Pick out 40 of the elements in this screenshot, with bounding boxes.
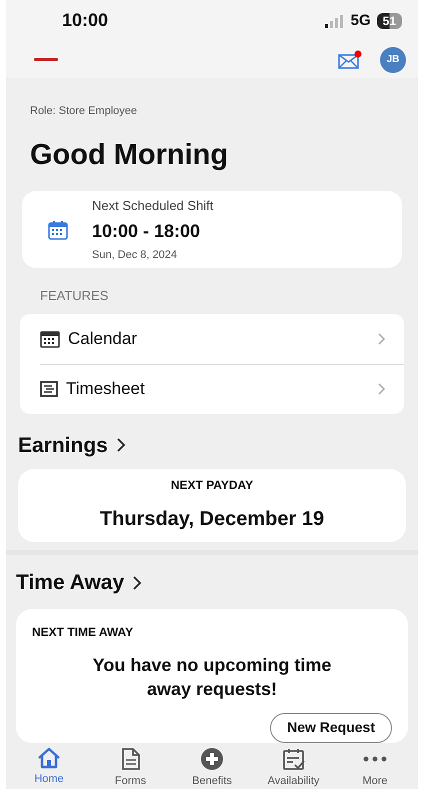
home-icon — [37, 746, 61, 768]
calendar-icon — [40, 330, 60, 348]
shift-time: 10:00 - 18:00 — [92, 220, 202, 242]
signal-icon — [324, 14, 345, 28]
tab[interactable]: Home — [14, 746, 84, 787]
mail-icon[interactable] — [338, 50, 362, 70]
plus-circle-icon — [200, 746, 224, 770]
payday-date: Thursday, December 19 — [100, 507, 324, 532]
calendar-icon — [48, 220, 68, 240]
earnings-link[interactable]: Earnings — [18, 430, 108, 462]
document-icon — [120, 746, 140, 770]
more-icon — [363, 756, 387, 762]
feature-row[interactable]: Timesheet — [40, 364, 404, 414]
payday-caption: NEXT PAYDAY — [170, 477, 254, 494]
tab[interactable]: Availability — [258, 746, 328, 789]
tab[interactable]: Forms — [96, 746, 166, 789]
shift-label: Next Scheduled Shift — [92, 197, 214, 215]
battery-indicator: 51 — [376, 12, 402, 29]
shift-date: Sun, Dec 8, 2024 — [92, 248, 178, 262]
tab[interactable]: Benefits — [177, 746, 247, 789]
new-request-button[interactable]: New Request — [270, 712, 392, 742]
time-away-link[interactable]: Time Away — [16, 567, 124, 598]
logo-icon — [34, 58, 58, 62]
network-label: 5G — [350, 10, 371, 31]
chevron-icon — [378, 332, 386, 345]
chevron-icon — [116, 437, 126, 454]
tab[interactable]: More — [340, 746, 410, 789]
chevron-icon — [378, 383, 386, 396]
empty-message: You have no upcoming time away requests! — [92, 654, 332, 700]
time-away-caption: NEXT TIME AWAY — [32, 624, 134, 640]
greeting-heading: Good Morning — [30, 138, 228, 171]
calendar-check-icon — [282, 746, 306, 770]
section-heading: FEATURES — [40, 288, 108, 303]
role-label: Role: Store Employee — [30, 104, 137, 117]
timesheet-icon — [40, 381, 58, 398]
chevron-icon — [132, 574, 142, 591]
avatar[interactable]: JB — [380, 46, 406, 73]
feature-row[interactable]: Calendar — [20, 314, 404, 364]
shift-card[interactable]: Next Scheduled Shift 10:00 - 18:00 Sun, Dec 8, 2024 — [22, 191, 402, 268]
status-time: 10:00 — [62, 9, 108, 32]
